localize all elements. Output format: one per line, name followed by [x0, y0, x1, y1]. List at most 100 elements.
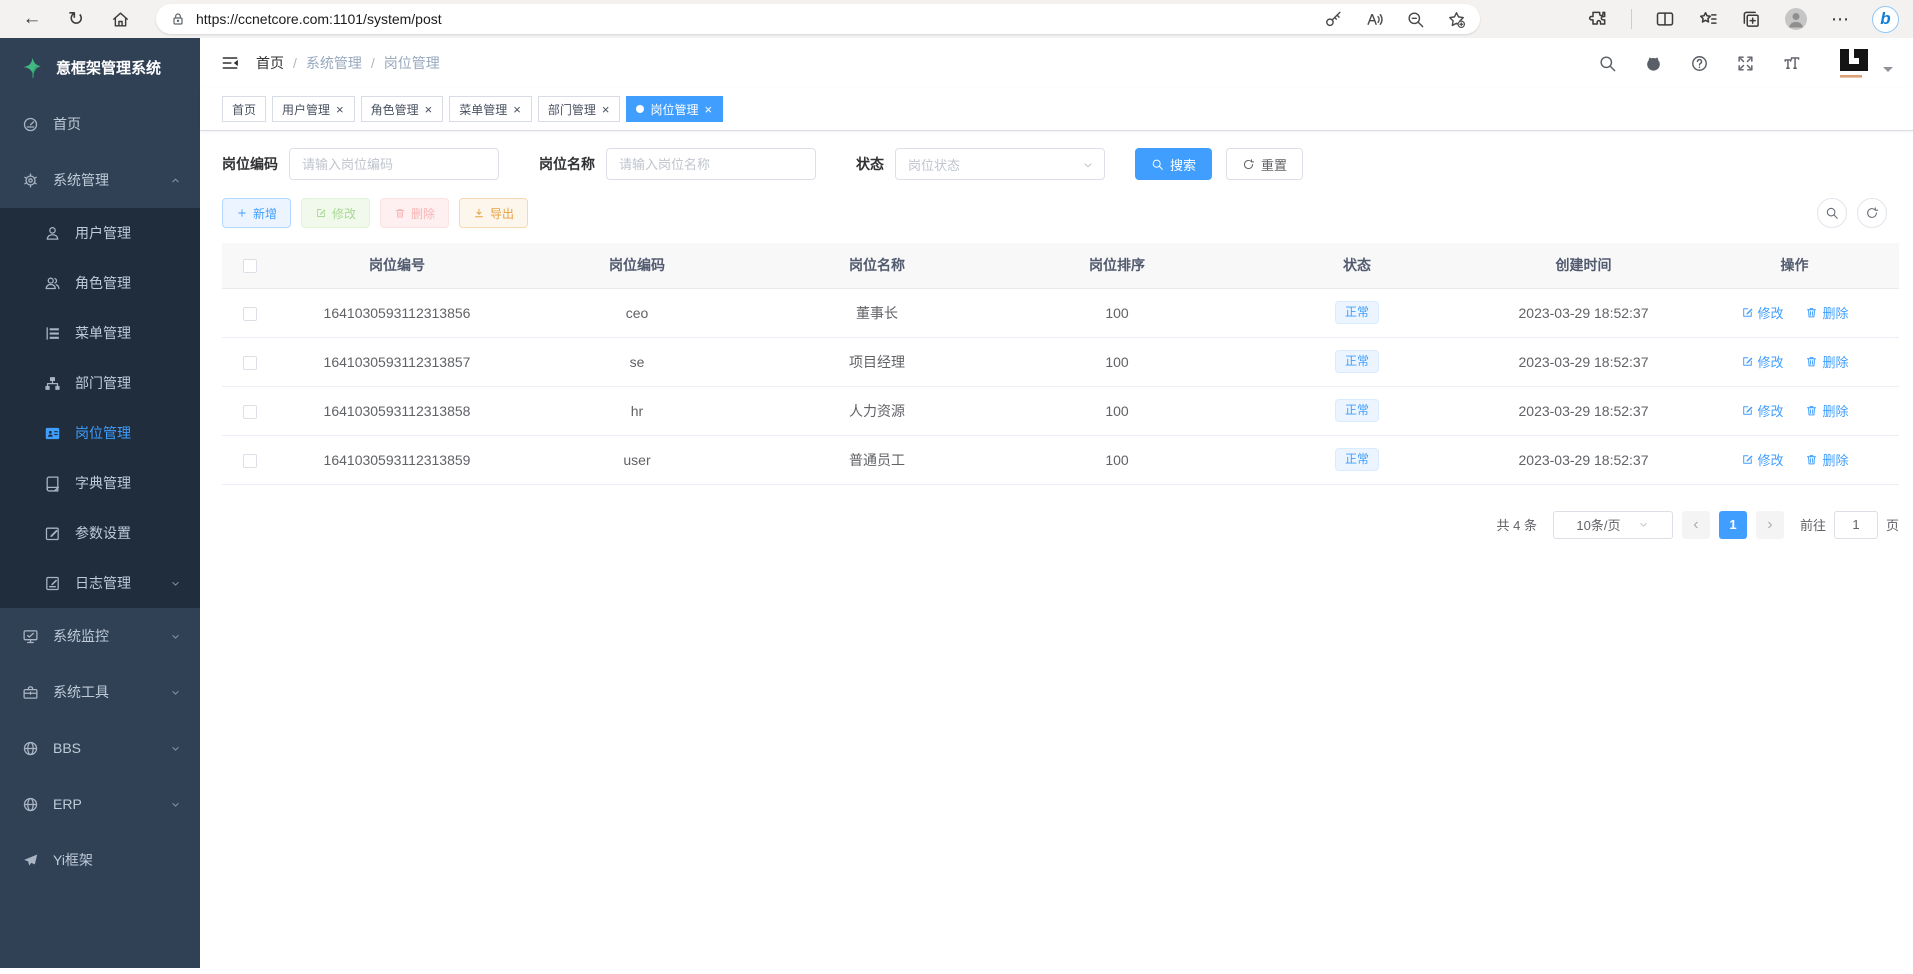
sidebar-item-yi-framework[interactable]: Yi框架 [0, 832, 200, 888]
tab-department-management[interactable]: 部门管理 × [538, 96, 621, 122]
sidebar-item-department-management[interactable]: 部门管理 [0, 358, 200, 408]
table-row[interactable]: 1641030593112313858 hr 人力资源 100 正常 2023-… [222, 386, 1899, 435]
add-button[interactable]: 新增 [222, 198, 291, 228]
sidebar-item-log-management[interactable]: 日志管理 [0, 558, 200, 608]
row-checkbox[interactable] [243, 454, 257, 468]
sidebar-item-home[interactable]: 首页 [0, 96, 200, 152]
row-checkbox[interactable] [243, 356, 257, 370]
fullscreen-icon[interactable] [1736, 54, 1755, 73]
password-key-icon[interactable] [1324, 10, 1343, 29]
row-edit-link[interactable]: 修改 [1741, 352, 1784, 371]
sidebar-item-role-management[interactable]: 角色管理 [0, 258, 200, 308]
dashboard-icon [22, 116, 39, 133]
header-search-icon[interactable] [1598, 54, 1617, 73]
tab-home[interactable]: 首页 [222, 96, 266, 122]
refresh-table-button[interactable] [1857, 198, 1887, 228]
trash-icon [1805, 306, 1818, 319]
close-icon[interactable]: × [703, 103, 713, 116]
split-screen-icon[interactable] [1655, 9, 1675, 29]
read-aloud-icon[interactable] [1365, 10, 1384, 29]
close-icon[interactable]: × [424, 103, 434, 116]
reset-button[interactable]: 重置 [1226, 148, 1303, 180]
address-bar[interactable]: https://ccnetcore.com:1101/system/post [156, 4, 1480, 34]
sidebar-item-system-monitor[interactable]: 系统监控 [0, 608, 200, 664]
help-question-icon[interactable] [1690, 54, 1709, 73]
close-icon[interactable]: × [512, 103, 522, 116]
page-size-select[interactable]: 10条/页 [1553, 511, 1673, 539]
row-checkbox[interactable] [243, 307, 257, 321]
goto-page-input[interactable] [1834, 511, 1878, 539]
cell-post-code: user [517, 435, 757, 484]
lock-icon[interactable] [170, 11, 186, 27]
row-checkbox[interactable] [243, 405, 257, 419]
page-number-1[interactable]: 1 [1719, 511, 1747, 539]
browser-home-button[interactable] [104, 3, 136, 35]
edit-icon [1741, 306, 1754, 319]
edit-button-label: 修改 [332, 205, 356, 222]
tab-user-management[interactable]: 用户管理 × [272, 96, 355, 122]
refresh-icon [1242, 158, 1255, 171]
app-frame: 意框架管理系统 首页 系统管理 用户管理 [0, 38, 1913, 968]
monitor-icon [22, 628, 39, 645]
next-page-button[interactable]: › [1756, 511, 1784, 539]
toggle-search-button[interactable] [1817, 198, 1847, 228]
add-button-label: 新增 [253, 205, 277, 222]
github-icon[interactable] [1644, 54, 1663, 73]
browser-refresh-button[interactable]: ↻ [60, 3, 92, 35]
sidebar-item-menu-management[interactable]: 菜单管理 [0, 308, 200, 358]
close-icon[interactable]: × [601, 103, 611, 116]
bing-chat-icon[interactable]: b [1872, 6, 1899, 33]
breadcrumb-home[interactable]: 首页 [256, 53, 284, 73]
sidebar-item-bbs[interactable]: BBS [0, 720, 200, 776]
sidebar-item-post-management[interactable]: 岗位管理 [0, 408, 200, 458]
zoom-out-icon[interactable] [1406, 10, 1425, 29]
row-delete-link[interactable]: 删除 [1805, 303, 1848, 322]
row-edit-link[interactable]: 修改 [1741, 401, 1784, 420]
row-delete-link[interactable]: 删除 [1805, 352, 1848, 371]
post-code-input[interactable] [289, 148, 499, 180]
delete-button[interactable]: 删除 [380, 198, 449, 228]
favorites-bar-icon[interactable] [1698, 9, 1718, 29]
paper-plane-icon [22, 852, 39, 869]
sidebar-item-erp[interactable]: ERP [0, 776, 200, 832]
table-row[interactable]: 1641030593112313856 ceo 董事长 100 正常 2023-… [222, 288, 1899, 337]
font-size-icon[interactable] [1782, 54, 1801, 73]
search-button[interactable]: 搜索 [1135, 148, 1212, 180]
tab-menu-management[interactable]: 菜单管理 × [449, 96, 532, 122]
status-select[interactable]: 岗位状态 [895, 148, 1105, 180]
top-navbar: 首页 / 系统管理 / 岗位管理 [200, 38, 1913, 88]
sidebar-fold-icon[interactable] [220, 53, 240, 73]
extensions-icon[interactable] [1588, 9, 1608, 29]
row-delete-link[interactable]: 删除 [1805, 450, 1848, 469]
export-button[interactable]: 导出 [459, 198, 528, 228]
browser-back-button[interactable]: ← [16, 3, 48, 35]
user-avatar[interactable] [1834, 43, 1874, 83]
edit-button[interactable]: 修改 [301, 198, 370, 228]
sidebar-item-dictionary-management[interactable]: 字典管理 [0, 458, 200, 508]
edit-icon [315, 207, 327, 219]
tab-post-management[interactable]: 岗位管理 × [626, 96, 723, 122]
row-delete-link[interactable]: 删除 [1805, 401, 1848, 420]
row-edit-link[interactable]: 修改 [1741, 450, 1784, 469]
browser-profile-avatar[interactable] [1784, 7, 1808, 31]
status-badge: 正常 [1335, 448, 1379, 472]
user-avatar-menu[interactable] [1834, 43, 1893, 83]
browser-settings-menu-icon[interactable]: ⋯ [1831, 10, 1849, 28]
close-icon[interactable]: × [335, 103, 345, 116]
sidebar-item-user-management[interactable]: 用户管理 [0, 208, 200, 258]
url-text[interactable]: https://ccnetcore.com:1101/system/post [196, 11, 1302, 27]
collections-icon[interactable] [1741, 9, 1761, 29]
table-row[interactable]: 1641030593112313859 user 普通员工 100 正常 202… [222, 435, 1899, 484]
tab-role-management[interactable]: 角色管理 × [361, 96, 444, 122]
prev-page-button[interactable]: ‹ [1682, 511, 1710, 539]
add-favorite-star-icon[interactable] [1447, 10, 1466, 29]
trash-icon [1805, 404, 1818, 417]
post-name-input[interactable] [606, 148, 816, 180]
table-row[interactable]: 1641030593112313857 se 项目经理 100 正常 2023-… [222, 337, 1899, 386]
select-all-checkbox[interactable] [243, 259, 257, 273]
sidebar-item-system-tools[interactable]: 系统工具 [0, 664, 200, 720]
sidebar-item-system-management[interactable]: 系统管理 [0, 152, 200, 208]
row-edit-link[interactable]: 修改 [1741, 303, 1784, 322]
sidebar-item-parameter-settings[interactable]: 参数设置 [0, 508, 200, 558]
goto-label: 前往 [1800, 515, 1826, 534]
